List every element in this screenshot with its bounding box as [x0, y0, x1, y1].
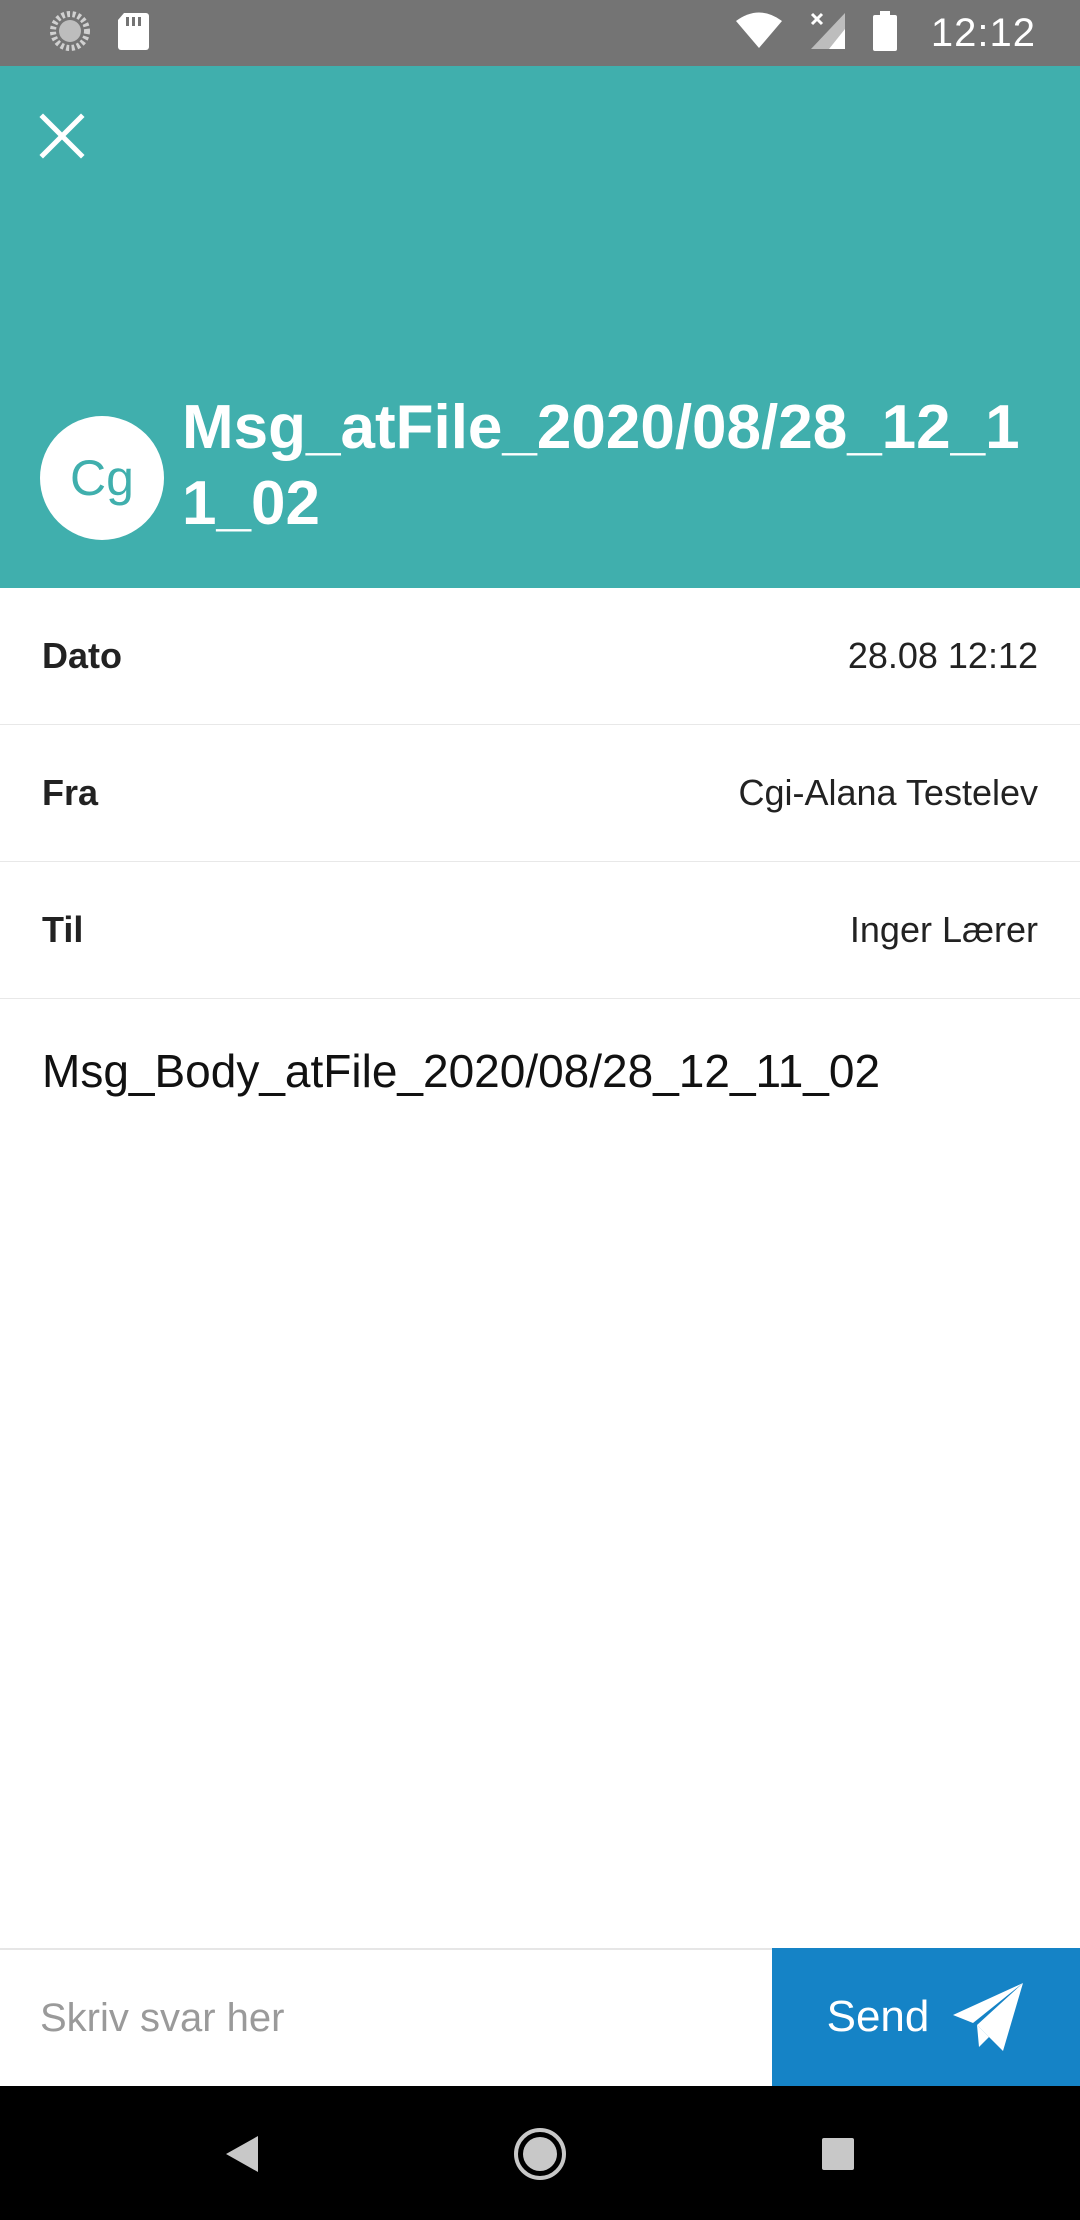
- wifi-icon: [735, 12, 783, 55]
- status-left: [50, 10, 150, 56]
- from-label: Fra: [42, 772, 99, 813]
- date-value: 28.08 12:12: [847, 635, 1038, 676]
- navigation-bar: [0, 2086, 1080, 2220]
- reply-input[interactable]: [0, 1950, 772, 2086]
- close-icon: [39, 113, 85, 159]
- home-button[interactable]: [508, 2122, 572, 2186]
- message-body: Msg_Body_atFile_2020/08/28_12_11_02: [42, 1045, 881, 1097]
- recents-button[interactable]: [806, 2122, 870, 2186]
- message-details: Dato 28.08 12:12 Fra Cgi-Alana Testelev …: [0, 588, 1080, 999]
- status-time: 12:12: [930, 10, 1036, 55]
- detail-row-to: Til Inger Lærer: [0, 862, 1080, 999]
- to-value: Inger Lærer: [849, 909, 1038, 950]
- sd-card-icon: [116, 11, 150, 56]
- reply-bar: Send: [0, 1948, 1080, 2086]
- avatar: Cg: [40, 416, 164, 540]
- date-label: Dato: [42, 635, 122, 676]
- sync-icon: [50, 10, 90, 56]
- send-label: Send: [826, 1992, 930, 2041]
- detail-row-from: Fra Cgi-Alana Testelev: [0, 725, 1080, 862]
- cellular-no-data-icon: [809, 11, 847, 56]
- recents-icon: [822, 2138, 854, 2170]
- to-label: Til: [42, 909, 84, 950]
- home-icon: [514, 2128, 566, 2180]
- status-bar: 12:12: [0, 0, 1080, 66]
- detail-row-date: Dato 28.08 12:12: [0, 588, 1080, 725]
- battery-icon: [872, 10, 897, 56]
- send-icon: [953, 1983, 1024, 2051]
- message-header: Cg Msg_atFile_2020/08/28_12_11_02: [0, 66, 1080, 588]
- close-button[interactable]: [28, 102, 96, 170]
- send-button[interactable]: Send: [772, 1948, 1080, 2086]
- from-value: Cgi-Alana Testelev: [738, 772, 1039, 813]
- avatar-initials: Cg: [70, 450, 134, 506]
- back-button[interactable]: [210, 2122, 274, 2186]
- back-icon: [226, 2136, 258, 2172]
- status-right: 12:12: [735, 10, 1036, 56]
- message-title: Msg_atFile_2020/08/28_12_11_02: [182, 393, 1020, 538]
